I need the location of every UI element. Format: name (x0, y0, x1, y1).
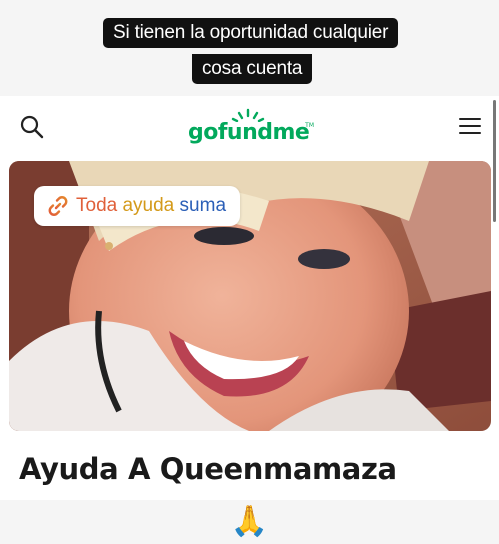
campaign-hero-image[interactable]: Toda ayuda suma (9, 161, 491, 431)
badge-word-ayuda: ayuda (122, 195, 175, 216)
scrollbar[interactable] (493, 100, 496, 222)
link-icon (48, 196, 68, 216)
badge-word-suma: suma (179, 195, 227, 216)
search-icon[interactable] (19, 114, 45, 140)
top-navigation-bar: gofundme TM (0, 96, 499, 160)
logo-trademark: TM (305, 122, 314, 129)
badge-text: Toda ayuda suma (76, 195, 226, 217)
gofundme-page: gofundme TM Toda ayuda suma Ayuda A Quee… (0, 96, 499, 500)
praying-hands-emoji: 🙏 (230, 504, 269, 539)
caption-line-1: Si tienen la oportunidad cualquier (103, 18, 399, 48)
gofundme-logo[interactable]: gofundme TM (188, 108, 314, 150)
hamburger-menu-icon[interactable] (459, 118, 481, 136)
toda-ayuda-suma-badge[interactable]: Toda ayuda suma (34, 186, 241, 226)
campaign-title: Ayuda A Queenmamaza (19, 452, 397, 486)
caption-line-2: cosa cuenta (192, 54, 313, 84)
badge-word-toda: Toda (76, 195, 118, 216)
logo-text: gofundme (188, 120, 310, 145)
